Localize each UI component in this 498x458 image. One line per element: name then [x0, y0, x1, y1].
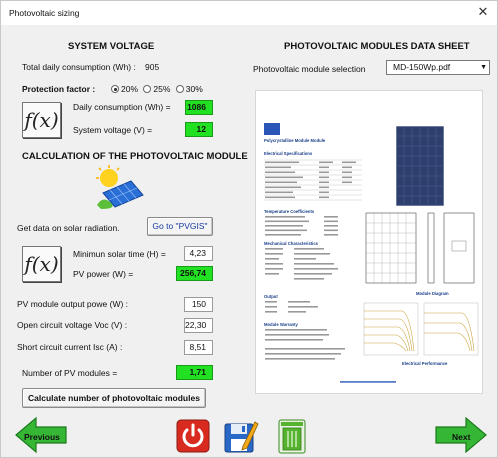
system-voltage-heading: SYSTEM VOLTAGE — [68, 41, 155, 52]
datasheet-diagram-caption: Module Diagram — [416, 291, 449, 296]
system-voltage-value: 12 — [185, 122, 213, 137]
radio-30-label: 30% — [185, 84, 203, 94]
num-modules-label: Number of PV modules = — [22, 368, 118, 378]
daily-consumption-label: Daily consumption (Wh) = — [73, 102, 171, 112]
calc-heading: CALCULATION OF THE PHOTOVOLTAIC MODULE — [22, 151, 248, 162]
datasheet-footer-url — [340, 381, 396, 383]
datasheet-iv-curves — [363, 302, 479, 356]
pvgis-button[interactable]: Go to "PVGIS" — [147, 217, 213, 236]
module-selection-label: Photovoltaic module selection — [253, 64, 366, 74]
total-daily-label: Total daily consumption (Wh) : — [22, 62, 136, 72]
next-label: Next — [452, 432, 471, 442]
trash-icon[interactable] — [277, 418, 307, 454]
solar-radiation-label: Get data on solar radiation. — [17, 223, 120, 233]
voc-input[interactable]: 22,30 — [184, 318, 213, 333]
radio-20-label: 20% — [121, 84, 139, 94]
radio-25-label: 25% — [153, 84, 171, 94]
datasheet-module-diagram — [365, 212, 475, 284]
min-solar-input[interactable]: 4,23 — [184, 246, 213, 261]
datasheet-mechanical-table — [265, 248, 338, 280]
radio-20-indicator[interactable] — [111, 85, 119, 93]
fx-icon-1: f(x) — [22, 102, 61, 138]
datasheet-temperature-table — [265, 216, 338, 236]
voc-label: Open circuit voltage Voc (V) : — [17, 320, 128, 330]
datasheet-output-table — [265, 301, 318, 313]
window-title: Photovoltaic sizing — [9, 8, 80, 18]
output-power-label: PV module output powe (W) : — [17, 299, 129, 309]
isc-label: Short circuit current Isc (A) : — [17, 342, 123, 352]
num-modules-value: 1,71 — [176, 365, 213, 380]
close-button[interactable]: ✕ — [473, 3, 493, 21]
datasheet-logo — [264, 123, 280, 135]
datasheet-product-title: Polycrystalline Module Module — [264, 138, 326, 143]
datasheet-warranty-text — [265, 329, 345, 360]
datasheet-performance-caption: Electrical Performance — [402, 361, 448, 366]
protection-radio-group: 20% 25% 30% — [111, 84, 203, 94]
pv-power-label: PV power (W) = — [73, 269, 134, 279]
pv-power-value: 256,74 — [176, 266, 213, 281]
datasheet-output-heading: Output — [264, 294, 278, 299]
output-power-input[interactable]: 150 — [184, 297, 213, 312]
datasheet-mechanical-heading: Mechanical Characteristics — [264, 241, 318, 246]
radio-25-indicator[interactable] — [143, 85, 152, 93]
total-daily-value: 905 — [145, 62, 160, 72]
isc-input[interactable]: 8,51 — [184, 340, 213, 355]
fx-icon-2: f(x) — [22, 246, 61, 282]
datasheet-temperature-heading: Temperature Coefficients — [264, 209, 315, 214]
datasheet-heading: PHOTOVOLTAIC MODULES DATA SHEET — [284, 41, 470, 52]
radio-30-indicator[interactable] — [175, 85, 184, 93]
title-bar: Photovoltaic sizing ✕ — [1, 1, 497, 25]
radio-25[interactable]: 25% — [143, 84, 170, 94]
datasheet-electrical-heading: Electrical Specifications — [264, 151, 313, 156]
calculate-modules-button[interactable]: Calculate number of photovoltaic modules — [22, 388, 206, 408]
min-solar-label: Minimun solar time (H) = — [73, 249, 166, 259]
datasheet-preview: Polycrystalline Module Module Electrical… — [255, 90, 483, 394]
power-icon[interactable] — [176, 419, 210, 453]
module-select[interactable]: MD-150Wp.pdf ▼ — [386, 60, 490, 75]
daily-consumption-value: 1086 — [185, 100, 213, 115]
radio-20[interactable]: 20% — [111, 84, 138, 94]
module-select-value: MD-150Wp.pdf — [393, 62, 451, 72]
previous-label: Previous — [24, 432, 60, 442]
datasheet-warranty-heading: Module Warranty — [264, 322, 298, 327]
app-window: Photovoltaic sizing ✕ SYSTEM VOLTAGE Tot… — [0, 0, 498, 458]
solar-panel-icon — [96, 165, 144, 209]
save-icon[interactable] — [223, 418, 259, 454]
datasheet-electrical-table — [264, 159, 362, 201]
protection-factor-label: Protection factor : — [22, 84, 96, 94]
chevron-down-icon[interactable]: ▼ — [480, 61, 487, 74]
system-voltage-label: System voltage (V) = — [73, 125, 153, 135]
datasheet-module-photo — [396, 126, 444, 206]
radio-30[interactable]: 30% — [175, 84, 203, 94]
